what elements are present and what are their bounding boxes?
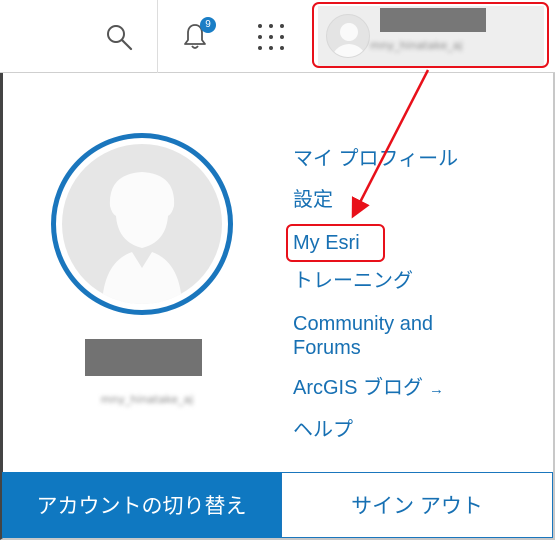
apps-launcher-button[interactable] [246, 0, 296, 73]
profile-handle: mny_hinatake_aj [100, 393, 194, 406]
header-divider [157, 0, 158, 73]
apps-grid-icon [258, 23, 284, 50]
profile-avatar [51, 133, 233, 315]
menu-item-help[interactable]: ヘルプ [293, 418, 353, 442]
menu-item-arcgis-blog[interactable]: ArcGIS ブログ → [293, 376, 444, 402]
account-menu-screen: 9 mny_hinatake_aj mny_hinatake_aj マイ プロフ… [0, 0, 555, 540]
external-link-arrow-icon: → [429, 381, 445, 398]
search-icon [107, 24, 133, 50]
sign-out-button[interactable]: サイン アウト [281, 472, 553, 538]
menu-item-settings[interactable]: 設定 [293, 188, 333, 212]
annotation-highlight-my-esri [286, 224, 385, 262]
switch-account-button[interactable]: アカウントの切り替え [2, 472, 281, 538]
community-label-line-2: Forums [293, 337, 361, 359]
community-label-line-1: Community and [293, 313, 434, 335]
menu-item-training[interactable]: トレーニング [293, 269, 413, 293]
notifications-button[interactable]: 9 [172, 0, 218, 73]
default-user-silhouette-icon [102, 172, 182, 304]
search-button[interactable] [92, 0, 146, 73]
blog-label: ArcGIS ブログ [293, 377, 424, 399]
account-dropdown-panel [0, 73, 555, 540]
menu-item-my-profile[interactable]: マイ プロフィール [293, 147, 458, 171]
annotation-highlight-user-button [312, 2, 549, 68]
menu-item-community-and-forums[interactable]: Community and Forums [293, 312, 433, 360]
notification-count-badge: 9 [200, 17, 216, 33]
profile-name-redacted [85, 339, 202, 376]
